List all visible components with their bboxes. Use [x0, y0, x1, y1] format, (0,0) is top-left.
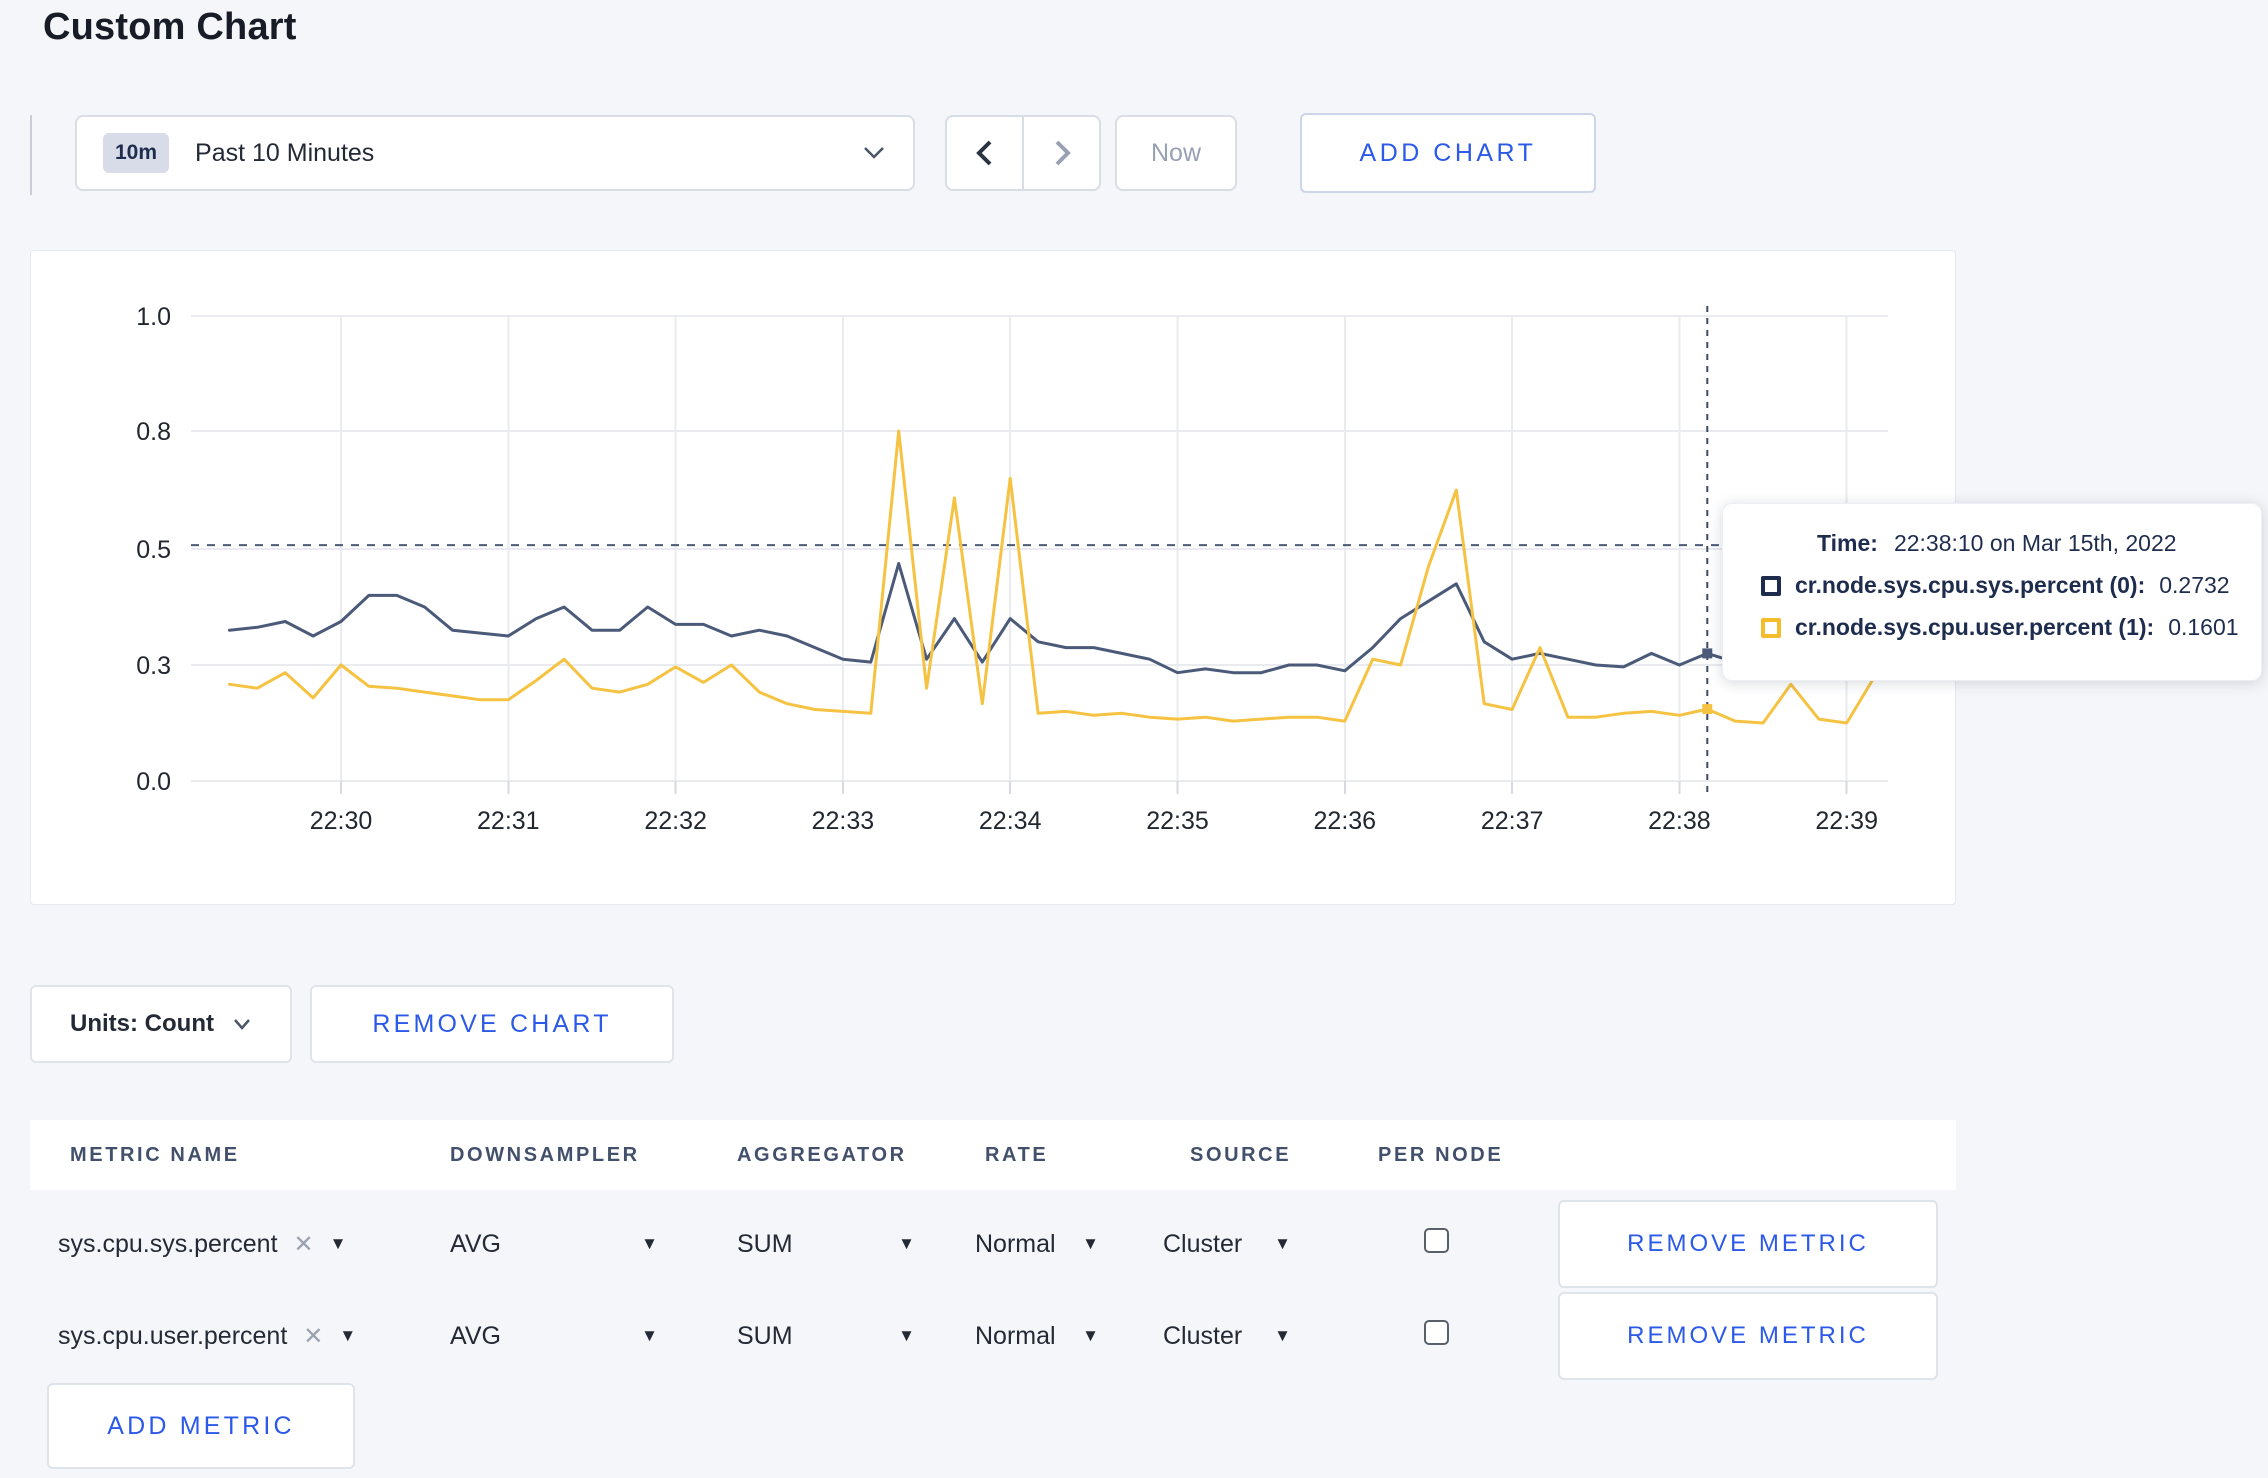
time-pager: [945, 115, 1101, 191]
remove-metric-button[interactable]: REMOVE METRIC: [1558, 1200, 1938, 1288]
chevron-down-icon: ▼: [1274, 1326, 1291, 1345]
page-title: Custom Chart: [43, 6, 297, 48]
time-series-chart[interactable]: 0.0 0.3 0.5 0.8 1.0 22:30 22:31 22:32 22:33 22:34…: [31, 251, 1957, 906]
svg-text:22:30: 22:30: [310, 807, 373, 835]
downsampler-value: AVG: [450, 1321, 501, 1350]
svg-text:22:38: 22:38: [1648, 807, 1711, 835]
per-node-checkbox[interactable]: [1424, 1228, 1449, 1253]
source-value: Cluster: [1163, 1321, 1243, 1350]
time-window-badge: 10m: [103, 133, 170, 173]
chevron-down-icon: ▼: [641, 1234, 658, 1253]
svg-text:0.0: 0.0: [136, 768, 171, 796]
svg-text:1.0: 1.0: [136, 303, 171, 331]
chevron-right-icon: [1055, 140, 1071, 166]
aggregator-value: SUM: [737, 1229, 793, 1258]
svg-text:22:35: 22:35: [1146, 807, 1209, 835]
source-dropdown[interactable]: Cluster ▼: [1163, 1200, 1291, 1288]
metric-dropdown-caret-icon[interactable]: ▼: [330, 1234, 347, 1254]
svg-text:22:34: 22:34: [979, 807, 1042, 835]
toolbar-divider: [30, 115, 32, 195]
source-value: Cluster: [1163, 1229, 1243, 1258]
add-chart-button[interactable]: ADD CHART: [1300, 113, 1596, 193]
col-header-per-node: PER NODE: [1378, 1144, 1504, 1166]
svg-text:22:31: 22:31: [477, 807, 540, 835]
aggregator-dropdown[interactable]: SUM ▼: [737, 1292, 915, 1380]
source-dropdown[interactable]: Cluster ▼: [1163, 1292, 1291, 1380]
remove-metric-x-icon[interactable]: ✕: [303, 1322, 323, 1351]
chevron-down-icon: [864, 147, 884, 159]
chevron-down-icon: ▼: [898, 1234, 915, 1253]
tooltip-series-sys-label: cr.node.sys.cpu.sys.percent (0):: [1795, 572, 2146, 598]
series-sys-swatch-icon: [1761, 575, 1781, 596]
chevron-down-icon: ▼: [641, 1326, 658, 1345]
now-button[interactable]: Now: [1115, 115, 1237, 191]
metric-name: sys.cpu.sys.percent: [58, 1229, 278, 1258]
downsampler-dropdown[interactable]: AVG ▼: [450, 1200, 658, 1288]
svg-text:0.8: 0.8: [136, 418, 171, 446]
rate-value: Normal: [975, 1229, 1056, 1258]
metric-dropdown-caret-icon[interactable]: ▼: [339, 1326, 356, 1346]
per-node-checkbox[interactable]: [1424, 1320, 1449, 1345]
tooltip-series-sys-value: 0.2732: [2159, 572, 2230, 598]
metric-row: sys.cpu.user.percent ✕ ▼ AVG ▼ SUM ▼ Nor…: [0, 1292, 2268, 1380]
remove-metric-button[interactable]: REMOVE METRIC: [1558, 1292, 1938, 1380]
units-dropdown[interactable]: Units: Count: [30, 985, 292, 1063]
col-header-downsampler: DOWNSAMPLER: [450, 1144, 640, 1166]
aggregator-value: SUM: [737, 1321, 793, 1350]
add-metric-button[interactable]: ADD METRIC: [47, 1383, 355, 1469]
svg-text:22:37: 22:37: [1481, 807, 1544, 835]
svg-text:0.5: 0.5: [136, 536, 171, 564]
chevron-down-icon: ▼: [1274, 1234, 1291, 1253]
chevron-down-icon: [234, 1018, 250, 1030]
tooltip-time-label: Time:: [1817, 530, 1878, 556]
aggregator-dropdown[interactable]: SUM ▼: [737, 1200, 915, 1288]
svg-text:0.3: 0.3: [136, 652, 171, 680]
metrics-table-header: METRIC NAME DOWNSAMPLER AGGREGATOR RATE …: [30, 1120, 1956, 1190]
chevron-down-icon: ▼: [898, 1326, 915, 1345]
svg-text:22:32: 22:32: [644, 807, 707, 835]
svg-text:22:36: 22:36: [1314, 807, 1377, 835]
tooltip-time-value: 22:38:10 on Mar 15th, 2022: [1893, 530, 2177, 556]
prev-time-button[interactable]: [947, 117, 1022, 189]
rate-value: Normal: [975, 1321, 1056, 1350]
chart-card: 0.0 0.3 0.5 0.8 1.0 22:30 22:31 22:32 22:33 22:34…: [30, 250, 1956, 905]
svg-text:22:33: 22:33: [812, 807, 875, 835]
chevron-down-icon: ▼: [1082, 1234, 1099, 1253]
tooltip-series-user-label: cr.node.sys.cpu.user.percent (1):: [1795, 614, 2155, 640]
next-time-button[interactable]: [1022, 117, 1099, 189]
col-header-source: SOURCE: [1190, 1144, 1292, 1166]
chevron-down-icon: ▼: [1082, 1326, 1099, 1345]
rate-dropdown[interactable]: Normal ▼: [975, 1200, 1099, 1288]
metric-name: sys.cpu.user.percent: [58, 1321, 288, 1350]
chevron-left-icon: [975, 140, 991, 166]
svg-text:22:39: 22:39: [1815, 807, 1878, 835]
chart-hover-tooltip: Time: 22:38:10 on Mar 15th, 2022 cr.node…: [1722, 503, 2262, 681]
units-label: Units: Count: [70, 1010, 214, 1037]
tooltip-series-user-value: 0.1601: [2168, 614, 2239, 640]
series-user-swatch-icon: [1761, 617, 1781, 638]
col-header-aggregator: AGGREGATOR: [737, 1144, 907, 1166]
remove-chart-button[interactable]: REMOVE CHART: [310, 985, 674, 1063]
time-window-dropdown[interactable]: 10m Past 10 Minutes: [75, 115, 915, 191]
remove-metric-x-icon[interactable]: ✕: [294, 1230, 314, 1259]
time-window-label: Past 10 Minutes: [195, 138, 375, 167]
downsampler-value: AVG: [450, 1229, 501, 1258]
downsampler-dropdown[interactable]: AVG ▼: [450, 1292, 658, 1380]
col-header-rate: RATE: [985, 1144, 1049, 1166]
rate-dropdown[interactable]: Normal ▼: [975, 1292, 1099, 1380]
col-header-metric-name: METRIC NAME: [70, 1144, 240, 1166]
metric-row: sys.cpu.sys.percent ✕ ▼ AVG ▼ SUM ▼ Norm…: [0, 1200, 2268, 1288]
